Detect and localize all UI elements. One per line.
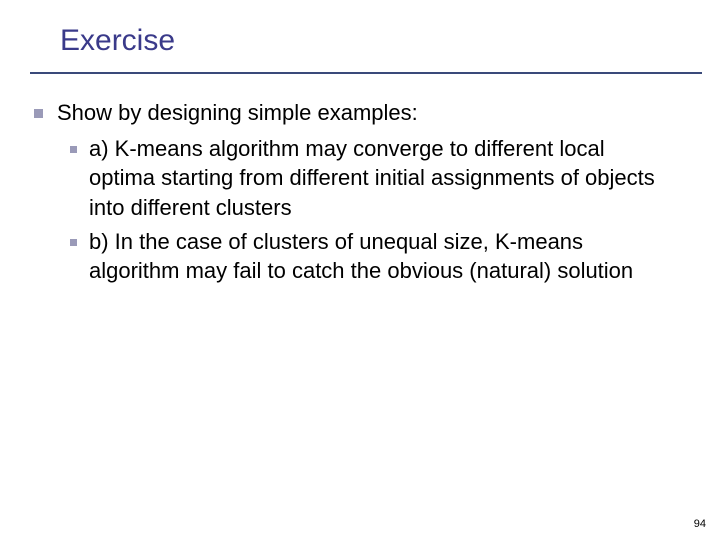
slide-title: Exercise (0, 24, 720, 72)
slide-container: Exercise Show by designing simple exampl… (0, 0, 720, 540)
bullet-icon (70, 146, 77, 153)
page-number: 94 (694, 518, 706, 530)
main-bullet-item: Show by designing simple examples: (34, 98, 670, 128)
sub-bullet-list: a) K-means algorithm may converge to dif… (34, 132, 670, 286)
bullet-icon (34, 109, 43, 118)
bullet-icon (70, 239, 77, 246)
sub-bullet-item: b) In the case of clusters of unequal si… (70, 227, 670, 286)
sub-bullet-text: a) K-means algorithm may converge to dif… (89, 134, 670, 223)
content-area: Show by designing simple examples: a) K-… (0, 74, 720, 286)
sub-bullet-text: b) In the case of clusters of unequal si… (89, 227, 670, 286)
main-bullet-text: Show by designing simple examples: (57, 98, 418, 128)
sub-bullet-item: a) K-means algorithm may converge to dif… (70, 134, 670, 223)
